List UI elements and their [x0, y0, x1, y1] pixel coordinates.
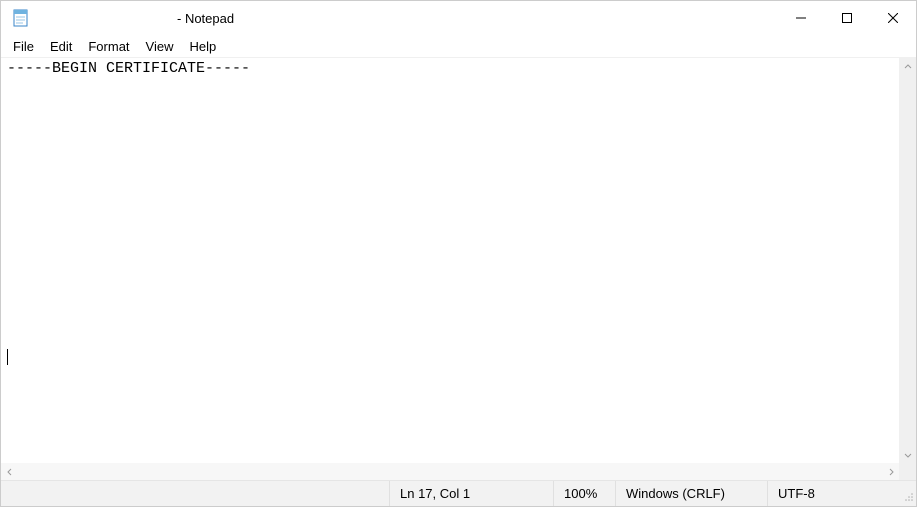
chevron-up-icon: [904, 63, 912, 71]
minimize-button[interactable]: [778, 2, 824, 34]
titlebar[interactable]: - Notepad: [1, 1, 916, 35]
status-line-ending: Windows (CRLF): [615, 481, 767, 506]
chevron-left-icon: [6, 468, 14, 476]
status-position: Ln 17, Col 1: [389, 481, 553, 506]
maximize-icon: [842, 13, 852, 23]
menu-file[interactable]: File: [5, 37, 42, 56]
scroll-corner: [899, 463, 916, 480]
menubar: File Edit Format View Help: [1, 35, 916, 57]
scroll-right-button[interactable]: [882, 463, 899, 480]
horizontal-scrollbar[interactable]: [1, 463, 899, 480]
menu-help[interactable]: Help: [181, 37, 224, 56]
scroll-left-button[interactable]: [1, 463, 18, 480]
window-title: - Notepad: [177, 11, 234, 26]
scroll-down-button[interactable]: [899, 446, 916, 463]
menu-view[interactable]: View: [138, 37, 182, 56]
notepad-window: - Notepad File Edit Format View Help ---…: [0, 0, 917, 507]
close-button[interactable]: [870, 2, 916, 34]
editor-area: -----BEGIN CERTIFICATE-----: [1, 57, 916, 480]
minimize-icon: [796, 13, 806, 23]
statusbar: Ln 17, Col 1 100% Windows (CRLF) UTF-8: [1, 480, 916, 506]
notepad-icon: [11, 8, 31, 28]
menu-edit[interactable]: Edit: [42, 37, 80, 56]
status-encoding: UTF-8: [767, 481, 900, 506]
text-caret: [7, 349, 8, 365]
scroll-up-button[interactable]: [899, 58, 916, 75]
chevron-down-icon: [904, 451, 912, 459]
vertical-scrollbar[interactable]: [899, 58, 916, 463]
status-empty: [1, 481, 389, 506]
status-zoom: 100%: [553, 481, 615, 506]
chevron-right-icon: [887, 468, 895, 476]
close-icon: [888, 13, 898, 23]
horizontal-scroll-track[interactable]: [18, 463, 882, 480]
resize-grip-icon[interactable]: [900, 481, 916, 506]
maximize-button[interactable]: [824, 2, 870, 34]
menu-format[interactable]: Format: [80, 37, 137, 56]
text-editor[interactable]: -----BEGIN CERTIFICATE-----: [1, 58, 899, 463]
